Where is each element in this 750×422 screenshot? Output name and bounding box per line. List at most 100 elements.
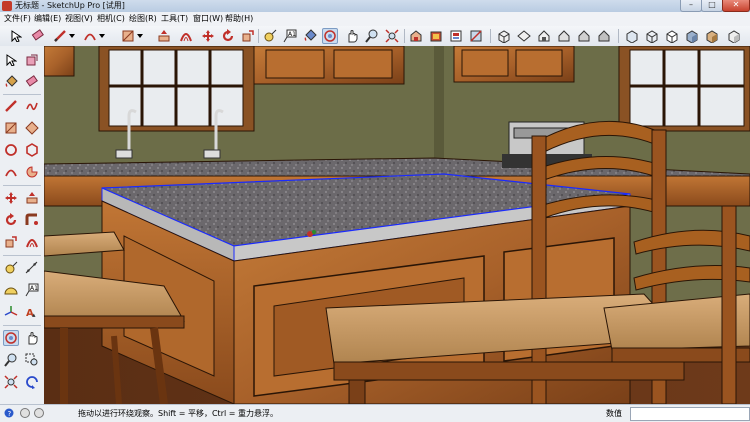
push-pull-icon[interactable]	[24, 190, 40, 206]
menu-view[interactable]: 视图(V)	[65, 12, 93, 26]
menu-window[interactable]: 窗口(W)	[193, 12, 223, 26]
geo-location-icon[interactable]	[20, 408, 30, 418]
menu-edit[interactable]: 编辑(E)	[34, 12, 61, 26]
zoom-extents-icon[interactable]	[3, 374, 19, 390]
zoom-icon[interactable]	[364, 28, 380, 44]
tape-measure-icon[interactable]	[3, 260, 19, 276]
menu-draw[interactable]: 绘图(R)	[129, 12, 157, 26]
rotate-icon[interactable]	[3, 212, 19, 228]
toolbar-separator	[3, 94, 41, 95]
styles-icon[interactable]	[468, 28, 484, 44]
scale-icon[interactable]	[240, 28, 256, 44]
toolbar-separator	[404, 29, 405, 43]
menu-help[interactable]: 帮助(H)	[225, 12, 253, 26]
dropdown-icon[interactable]	[98, 28, 106, 44]
menu-camera[interactable]: 相机(C)	[97, 12, 125, 26]
pan-icon[interactable]	[344, 28, 360, 44]
offset-icon[interactable]	[178, 28, 194, 44]
polygon-icon[interactable]	[24, 142, 40, 158]
previous-view-icon[interactable]	[24, 374, 40, 390]
protractor-icon[interactable]	[3, 282, 19, 298]
model-viewport[interactable]	[44, 46, 750, 404]
zoom-window-icon[interactable]	[24, 352, 40, 368]
info-icon[interactable]: ?	[4, 408, 14, 418]
xray-icon[interactable]	[624, 28, 640, 44]
toolbar-separator	[3, 185, 41, 186]
rotated-rectangle-icon[interactable]	[24, 120, 40, 136]
text-icon[interactable]: A1	[282, 28, 298, 44]
minimize-button[interactable]: –	[680, 0, 702, 12]
wireframe-icon[interactable]	[644, 28, 660, 44]
toolbar-separator	[258, 29, 259, 43]
measurements-label: 数值	[606, 409, 622, 418]
menu-tools[interactable]: 工具(T)	[161, 12, 188, 26]
move-icon[interactable]	[200, 28, 216, 44]
sketchup-app-icon	[2, 1, 12, 11]
axes-icon[interactable]	[3, 304, 19, 320]
front-view-icon[interactable]	[536, 28, 552, 44]
scale-icon[interactable]	[3, 234, 19, 250]
close-button[interactable]: ✕	[722, 0, 750, 12]
kitchen-model-scene	[44, 46, 750, 404]
circle-icon[interactable]	[3, 142, 19, 158]
dropdown-icon[interactable]	[68, 28, 76, 44]
back-view-icon[interactable]	[576, 28, 592, 44]
hidden-line-icon[interactable]	[664, 28, 680, 44]
orbit-icon[interactable]	[322, 28, 338, 44]
3d-text-icon[interactable]: A ▴	[24, 304, 40, 320]
move-icon[interactable]	[3, 190, 19, 206]
push-pull-icon[interactable]	[156, 28, 172, 44]
title-bar: 无标题 - SketchUp Pro [试用] – □ ✕	[0, 0, 750, 12]
arc-icon[interactable]	[3, 164, 19, 180]
line-icon[interactable]	[3, 98, 19, 114]
dimension-icon[interactable]	[24, 260, 40, 276]
paint-bucket-icon[interactable]	[3, 74, 19, 90]
toolbar-separator	[490, 29, 491, 43]
status-hint: 拖动以进行环绕观察。Shift = 平移，Ctrl = 重力悬浮。	[78, 409, 278, 418]
pan-icon[interactable]	[24, 330, 40, 346]
rotate-icon[interactable]	[220, 28, 236, 44]
close-icon: ✕	[732, 0, 740, 9]
orbit-icon[interactable]	[3, 330, 19, 346]
eraser-icon[interactable]	[24, 74, 40, 90]
measurements-input[interactable]	[630, 407, 750, 421]
follow-me-icon[interactable]	[24, 212, 40, 228]
right-view-icon[interactable]	[556, 28, 572, 44]
make-component-icon[interactable]	[24, 52, 40, 68]
rectangle-icon[interactable]	[120, 28, 136, 44]
left-view-icon[interactable]	[596, 28, 612, 44]
pencil-icon[interactable]	[52, 28, 68, 44]
left-toolbar: A1 A ▴	[0, 46, 45, 404]
top-view-icon[interactable]	[516, 28, 532, 44]
rectangle-icon[interactable]	[3, 120, 19, 136]
monochrome-icon[interactable]	[726, 28, 742, 44]
menu-file[interactable]: 文件(F)	[4, 12, 31, 26]
offset-icon[interactable]	[24, 234, 40, 250]
layout-icon[interactable]	[448, 28, 464, 44]
credits-icon[interactable]	[34, 408, 44, 418]
zoom-extents-icon[interactable]	[384, 28, 400, 44]
dropdown-icon[interactable]	[136, 28, 144, 44]
textured-icon[interactable]	[704, 28, 720, 44]
paint-bucket-icon[interactable]	[302, 28, 318, 44]
zoom-icon[interactable]	[3, 352, 19, 368]
freehand-icon[interactable]	[24, 98, 40, 114]
iso-view-icon[interactable]	[496, 28, 512, 44]
svg-text:▴: ▴	[32, 311, 36, 319]
eraser-icon[interactable]	[30, 28, 46, 44]
3d-warehouse-icon[interactable]	[408, 28, 424, 44]
select-icon[interactable]	[8, 28, 24, 44]
tape-measure-icon[interactable]	[262, 28, 278, 44]
svg-text:A1: A1	[30, 285, 38, 292]
toolbar-separator	[3, 255, 41, 256]
svg-text:?: ?	[8, 410, 12, 418]
minimize-icon: –	[689, 0, 693, 9]
pie-icon[interactable]	[24, 164, 40, 180]
text-icon[interactable]: A1	[24, 282, 40, 298]
toolbar-separator	[618, 29, 619, 43]
arc-icon[interactable]	[82, 28, 98, 44]
select-icon[interactable]	[3, 52, 19, 68]
shaded-icon[interactable]	[684, 28, 700, 44]
maximize-button[interactable]: □	[701, 0, 723, 12]
extension-warehouse-icon[interactable]	[428, 28, 444, 44]
